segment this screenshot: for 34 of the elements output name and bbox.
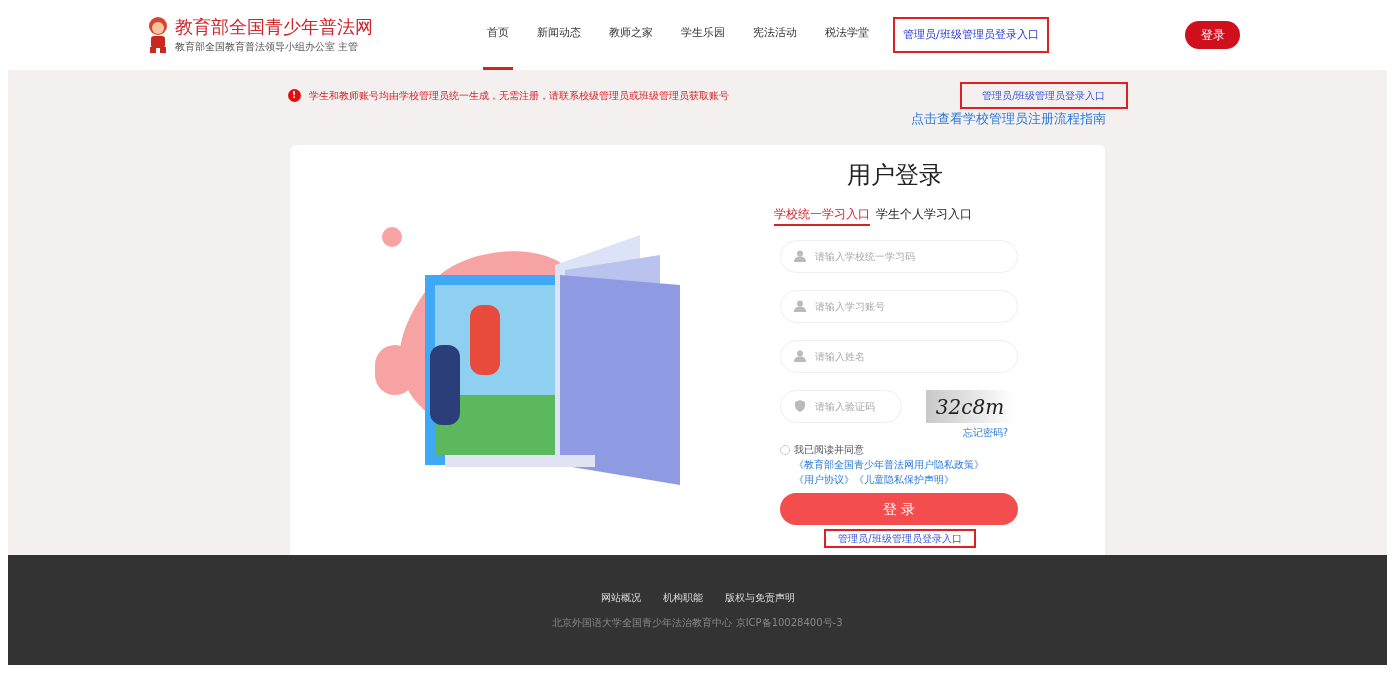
notice-text: 学生和教师账号均由学校管理员统一生成，无需注册，请联系校级管理员或班级管理员获取账号 [308, 89, 729, 103]
agreement-text: 我已阅读并同意 《教育部全国青少年普法网用户隐私政策》 《用户协议》《儿童隐私保护声明》 [794, 443, 985, 487]
nav-link[interactable]: 教师之家 [605, 0, 657, 70]
text-input-field[interactable]: 请输入学习账号 [780, 290, 1018, 323]
nav-link[interactable]: 宪法活动 [749, 0, 801, 70]
nav-link[interactable]: 新闻动态 [533, 0, 585, 70]
site-title: 教育部全国青少年普法网 [175, 15, 373, 39]
login-button[interactable]: 登录 [1185, 21, 1240, 49]
forgot-password-link[interactable]: 忘记密码? [962, 425, 1008, 440]
footer-link[interactable]: 机构职能 [662, 590, 703, 605]
login-tab[interactable]: 学校统一学习入口 [774, 205, 870, 226]
policy-link[interactable]: 《用户协议》 [794, 474, 854, 485]
site-subtitle: 教育部全国教育普法领导小组办公室 主管 [175, 40, 360, 54]
captcha-field[interactable]: 请输入验证码 [780, 390, 902, 423]
admin-login-link[interactable]: 管理员/班级管理员登录入口 [960, 82, 1128, 109]
policy-link[interactable]: 《教育部全国青少年普法网用户隐私政策》 [794, 459, 984, 470]
alert-icon: ! [287, 89, 301, 102]
guide-link[interactable]: 点击查看学校管理员注册流程指南 [910, 109, 1106, 129]
footer-link[interactable]: 版权与免责声明 [724, 590, 795, 605]
user-icon [794, 350, 806, 362]
policy-link[interactable]: 《儿童隐私保护声明》 [854, 474, 954, 485]
admin-login-link[interactable]: 管理员/班级管理员登录入口 [824, 529, 976, 548]
shield-icon [794, 400, 806, 412]
user-icon [794, 300, 806, 312]
nav-link[interactable]: 学生乐园 [677, 0, 729, 70]
nav-link[interactable]: 管理员/班级管理员登录入口 [893, 17, 1049, 53]
login-title: 用户登录 [847, 160, 943, 191]
copyright-text: 北京外国语大学全国青少年法治教育中心 京ICP备10028400号-3 [552, 616, 843, 630]
login-tab[interactable]: 学生个人学习入口 [876, 205, 972, 226]
text-input-field[interactable]: 请输入学校统一学习码 [780, 240, 1018, 273]
user-icon [794, 250, 806, 262]
footer-link[interactable]: 网站概况 [600, 590, 641, 605]
nav-link[interactable]: 税法学堂 [821, 0, 873, 70]
text-input-field[interactable]: 请输入姓名 [780, 340, 1018, 373]
